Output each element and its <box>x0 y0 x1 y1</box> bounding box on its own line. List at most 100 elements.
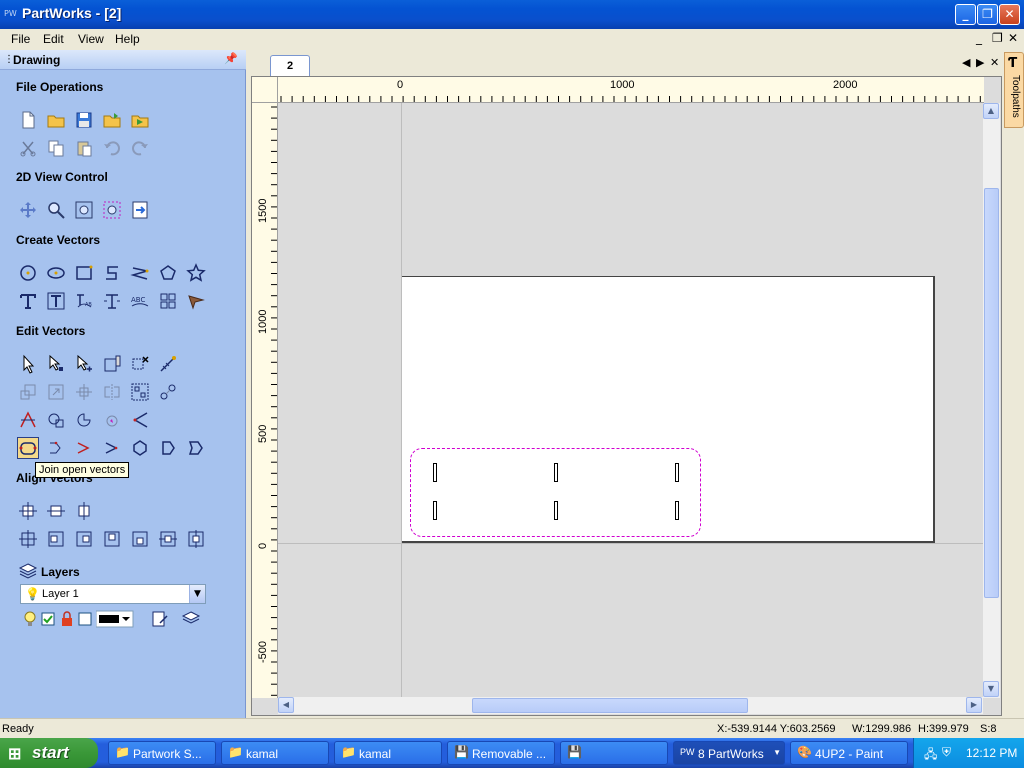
curve-icon[interactable] <box>129 262 151 284</box>
rectangle-icon[interactable] <box>73 262 95 284</box>
start-button[interactable]: ⊞ start <box>0 738 98 768</box>
shape-offset-icon[interactable] <box>157 437 179 459</box>
bend-text-icon[interactable] <box>101 290 123 312</box>
task-partworks-group[interactable]: PW 8 PartWorks ▼ <box>673 741 785 765</box>
zoom-selection-icon[interactable] <box>101 199 123 221</box>
task-drive[interactable]: 💾 <box>560 741 668 765</box>
set-size-icon[interactable] <box>101 353 123 375</box>
menu-view[interactable]: View <box>78 32 104 46</box>
curve-fit-icon[interactable] <box>73 437 95 459</box>
delete-vector-icon[interactable] <box>129 353 151 375</box>
scroll-down-icon[interactable]: ▼ <box>983 681 999 697</box>
view-material-icon[interactable] <box>129 199 151 221</box>
rotate-icon[interactable] <box>73 381 95 403</box>
layer-manager-icon[interactable] <box>180 608 202 630</box>
slot-vector[interactable] <box>433 501 437 520</box>
mdi-restore-icon[interactable]: ❐ <box>992 31 1003 45</box>
slot-vector[interactable] <box>675 501 679 520</box>
align-right-icon[interactable] <box>73 528 95 550</box>
open-folder-icon[interactable] <box>45 109 67 131</box>
menu-edit[interactable]: Edit <box>43 32 64 46</box>
slot-vector[interactable] <box>554 501 558 520</box>
zoom-icon[interactable] <box>45 199 67 221</box>
align-h-center-icon[interactable] <box>157 528 179 550</box>
toolpaths-tab[interactable]: Ƭ Toolpaths <box>1004 52 1024 128</box>
export-folder-icon[interactable] <box>129 109 151 131</box>
nest-icon[interactable] <box>185 437 207 459</box>
group-icon[interactable] <box>129 381 151 403</box>
redo-icon[interactable] <box>129 137 151 159</box>
restore-button[interactable]: ❐ <box>977 4 998 25</box>
join-close-icon[interactable] <box>45 437 67 459</box>
align-bottom-icon[interactable] <box>129 528 151 550</box>
tab-close-icon[interactable]: ✕ <box>990 56 999 69</box>
polygon-icon[interactable] <box>157 262 179 284</box>
layer-fill-checkbox[interactable] <box>74 608 96 630</box>
intersect-icon[interactable] <box>101 409 123 431</box>
subtract-icon[interactable] <box>73 409 95 431</box>
arc-text-icon[interactable]: ABC <box>129 290 151 312</box>
task-paint[interactable]: 🎨 4UP2 - Paint <box>790 741 908 765</box>
save-icon[interactable] <box>73 109 95 131</box>
slot-vector[interactable] <box>554 463 558 482</box>
align-left-icon[interactable] <box>45 528 67 550</box>
align-center-icon[interactable] <box>17 500 39 522</box>
star-icon[interactable] <box>185 262 207 284</box>
vertical-scrollbar[interactable]: ▲ ▼ <box>983 103 1000 698</box>
vertical-scroll-thumb[interactable] <box>984 188 999 598</box>
tab-prev-icon[interactable]: ◀ <box>962 56 970 69</box>
text-on-curve-icon[interactable]: AB <box>73 290 95 312</box>
pan-icon[interactable] <box>17 199 39 221</box>
minimize-button[interactable]: _ <box>955 4 976 25</box>
new-file-icon[interactable] <box>17 109 39 131</box>
task-kamal-1[interactable]: 📁 kamal <box>221 741 329 765</box>
polyline-icon[interactable] <box>101 262 123 284</box>
ungroup-icon[interactable] <box>157 381 179 403</box>
fillet-icon[interactable] <box>129 409 151 431</box>
antivirus-icon[interactable]: ⛨ <box>942 745 951 760</box>
align-v-center-icon[interactable] <box>185 528 207 550</box>
tab-next-icon[interactable]: ▶ <box>976 56 984 69</box>
ellipse-icon[interactable] <box>45 262 67 284</box>
offset-icon[interactable] <box>129 437 151 459</box>
select-arrow-icon[interactable] <box>17 353 39 375</box>
horizontal-scrollbar[interactable]: ◀ ▶ <box>278 697 983 714</box>
layer-properties-icon[interactable] <box>149 608 171 630</box>
slot-vector[interactable] <box>675 463 679 482</box>
join-open-vectors-button[interactable] <box>17 437 39 459</box>
task-kamal-2[interactable]: 📁 kamal <box>334 741 442 765</box>
copy-icon[interactable] <box>45 137 67 159</box>
align-centers-icon[interactable] <box>17 528 39 550</box>
measure-icon[interactable] <box>157 353 179 375</box>
slot-vector[interactable] <box>433 463 437 482</box>
node-edit-icon[interactable] <box>45 353 67 375</box>
align-top-icon[interactable] <box>101 528 123 550</box>
import-folder-icon[interactable] <box>101 109 123 131</box>
smooth-join-icon[interactable] <box>101 437 123 459</box>
menu-file[interactable]: File <box>11 32 30 46</box>
layer-select[interactable]: 💡 Layer 1 ▼ <box>20 584 206 604</box>
circle-icon[interactable] <box>17 262 39 284</box>
mdi-minimize-icon[interactable]: _ <box>976 31 982 45</box>
chevron-down-icon[interactable]: ▼ <box>189 585 205 603</box>
trace-bitmap-icon[interactable] <box>185 290 207 312</box>
scroll-up-icon[interactable]: ▲ <box>983 103 999 119</box>
scroll-left-icon[interactable]: ◀ <box>278 697 294 713</box>
horizontal-scroll-thumb[interactable] <box>472 698 748 713</box>
scale-icon[interactable] <box>17 381 39 403</box>
undo-icon[interactable] <box>101 137 123 159</box>
mirror-icon[interactable] <box>101 381 123 403</box>
transform-icon[interactable] <box>73 353 95 375</box>
close-button[interactable]: ✕ <box>999 4 1020 25</box>
paste-icon[interactable] <box>73 137 95 159</box>
move-icon[interactable] <box>45 381 67 403</box>
align-center-v-icon[interactable] <box>73 500 95 522</box>
scroll-right-icon[interactable]: ▶ <box>966 697 982 713</box>
menu-help[interactable]: Help <box>115 32 140 46</box>
layer-color-picker[interactable] <box>96 608 134 630</box>
task-removable-disk[interactable]: 💾 Removable ... <box>447 741 555 765</box>
mdi-close-icon[interactable]: ✕ <box>1008 31 1018 45</box>
auto-layout-text-icon[interactable] <box>45 290 67 312</box>
array-copy-icon[interactable] <box>157 290 179 312</box>
pin-icon[interactable]: 📌 <box>224 52 238 65</box>
